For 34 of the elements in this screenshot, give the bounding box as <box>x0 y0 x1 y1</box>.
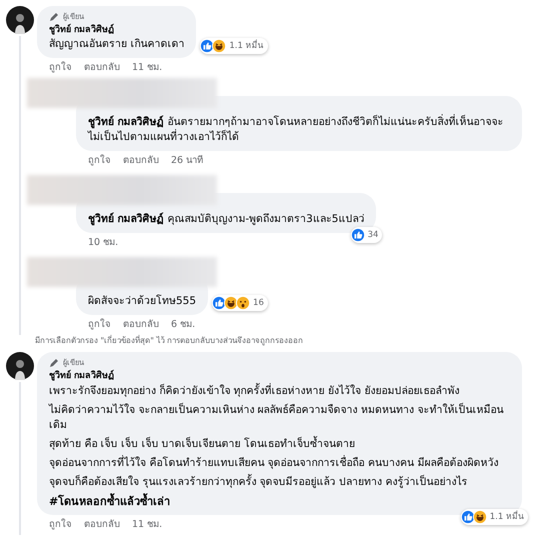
reply-link[interactable]: ตอบกลับ <box>84 61 120 74</box>
reaction-count[interactable]: 34 <box>350 227 382 243</box>
reply-link[interactable]: ตอบกลับ <box>84 518 120 531</box>
avatar[interactable] <box>6 352 34 380</box>
comment-time[interactable]: 6 ชม. <box>171 318 196 331</box>
comment-time[interactable]: 11 ชม. <box>132 518 162 531</box>
comment-text: ไม่คิดว่าความไว้ใจ จะกลายเป็นความเหินห่าง ผลลัพธ์คือความจืดจาง หมดหนทาง จะทำให้เป็นเหมือนเดิม <box>49 403 504 433</box>
like-link[interactable]: ถูกใจ <box>88 318 111 331</box>
comment-time[interactable]: 26 นาที <box>171 154 204 167</box>
avatar[interactable] <box>6 6 34 34</box>
pencil-icon <box>49 12 59 22</box>
like-link[interactable]: ถูกใจ <box>49 518 72 531</box>
comment-time[interactable]: 11 ชม. <box>132 61 162 74</box>
reaction-count[interactable]: 1.1 หมื่น <box>200 38 268 54</box>
comment-text: จุดจบก็คือต้องเสียใจ รุนแรงเลวร้ายกว่าทุกครั้ง จุดจบมีรออยู่แล้ว ปลายทาง คงรู้ว่าเป็นอย่างไร <box>49 475 468 490</box>
like-link[interactable]: ถูกใจ <box>88 154 111 167</box>
reply-text: ชูวิทย์ กมลวิศิษฏ์ อันตรายมากๆถ้ามาอาจโดนหลายอย่างถึงชีวิตก็ไม่แน่นะครับสิ่งที่เห็นอาจจะไม่เป็นไปตามแผนที่วางเอาไว้ก็ได้ <box>88 115 504 145</box>
comment-text: จุดอ่อนจากการที่ไว้ใจ คือโดนทำร้ายแทบเสียคน จุดอ่อนจากการเชื่อถือ คนบางคน มีผลคือต้องผิดหวัง <box>49 456 500 471</box>
author-name[interactable]: ชูวิทย์ กมลวิศิษฏ์ <box>49 369 510 383</box>
comment-text: เพราะรักจึงยอมทุกอย่าง ก็คิดว่ายังเข้าใจ ทุกครั้งที่เธอห่างหาย ยังไว้ใจ ยังยอมปล่อยเธอลำพัง <box>49 384 460 399</box>
filter-note: มีการเลือกตัวกรอง "เกี่ยวข้องที่สุด" ไว้ การตอบกลับบางส่วนจึงอาจถูกกรองออก <box>34 335 304 348</box>
comment-time[interactable]: 10 ชม. <box>88 236 118 249</box>
reaction-count[interactable]: 16 <box>212 295 268 311</box>
author-name[interactable]: ชูวิทย์ กมลวิศิษฏ์ <box>49 23 184 37</box>
reply-link[interactable]: ตอบกลับ <box>123 318 159 331</box>
reply-text: ผิดสัจจะว่าด้วยโทษ555 <box>88 294 196 309</box>
reply-link[interactable]: ตอบกลับ <box>123 154 159 167</box>
reply-text: ชูวิทย์ กมลวิศิษฏ์ คุณสมบัติบุญงาม-พูดถึงมาตรา3และ5แปลว่ <box>88 212 364 227</box>
comment-text: สัญญาณอันตราย เกินคาดเดา <box>49 37 184 52</box>
like-link[interactable]: ถูกใจ <box>49 61 72 74</box>
pencil-icon <box>49 358 59 368</box>
reaction-count[interactable]: 1.1 หมื่น <box>460 509 528 525</box>
hashtag-link[interactable]: #โดนหลอกซ้ำแล้วซ้ำเล่า <box>49 494 510 509</box>
comment-text: สุดท้าย คือ เจ็บ เจ็บ เจ็บ บาดเจ็บเจียนตาย โดนเธอทำเจ็บซ้ำจนตาย <box>49 437 356 452</box>
